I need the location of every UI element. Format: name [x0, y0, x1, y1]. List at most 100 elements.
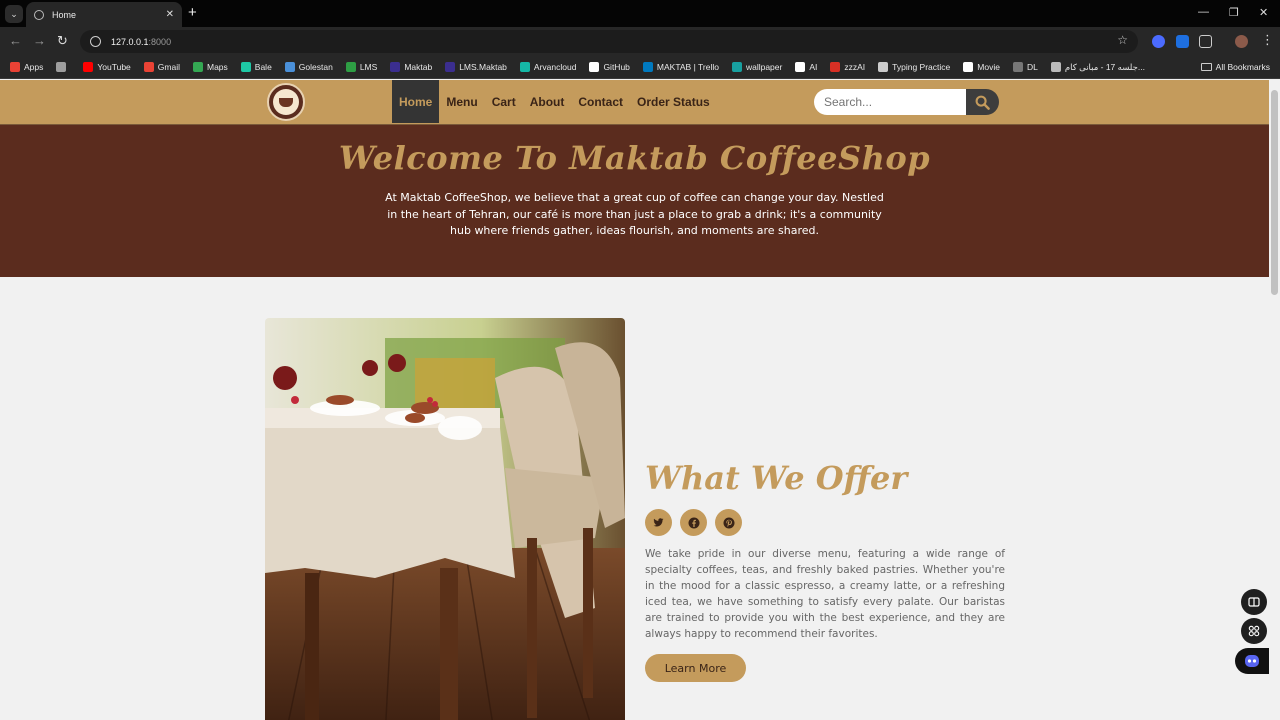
bookmark-star-icon[interactable]: ☆ — [1117, 33, 1128, 47]
bookmark-favicon-icon — [284, 62, 295, 72]
reload-button[interactable]: ↻ — [57, 33, 68, 49]
bookmark-favicon-icon — [589, 62, 600, 72]
back-button[interactable]: ← — [9, 33, 22, 48]
bookmark-item[interactable]: Arvancloud — [519, 62, 577, 72]
bookmark-item[interactable]: zzzAI — [830, 62, 865, 72]
facebook-button[interactable] — [680, 509, 707, 536]
bookmark-label: Typing Practice — [892, 62, 951, 72]
nav-about[interactable]: About — [523, 80, 572, 123]
browser-tab-bar: ⌄ Home ✕ + — ❐ ✕ — [0, 0, 1280, 27]
globe-icon — [34, 9, 44, 20]
bookmark-item[interactable]: wallpaper — [731, 62, 783, 72]
bookmark-favicon-icon — [240, 62, 251, 72]
nav-home[interactable]: Home — [392, 80, 440, 123]
twitter-button[interactable] — [645, 509, 672, 536]
minimize-button[interactable]: — — [1198, 6, 1209, 18]
pinterest-icon — [723, 517, 734, 528]
bookmark-favicon-icon — [445, 62, 456, 72]
close-icon[interactable]: ✕ — [166, 9, 174, 20]
offer-section: What We Offer We take pride in our diver… — [0, 277, 1269, 720]
bookmark-favicon-icon — [345, 62, 356, 72]
browser-tab[interactable]: Home ✕ — [26, 2, 182, 27]
page-viewport: Home Menu Cart About Contact Order Statu… — [0, 80, 1269, 720]
profile-avatar[interactable] — [1235, 35, 1248, 48]
assistant-tab[interactable] — [1235, 648, 1269, 674]
bookmark-label: Arvancloud — [533, 62, 577, 72]
extensions-puzzle-icon[interactable] — [1199, 35, 1212, 48]
bookmark-favicon-icon — [519, 62, 530, 72]
offer-content: What We Offer We take pride in our diver… — [645, 459, 1005, 682]
bookmark-favicon-icon — [1050, 62, 1061, 72]
restaurant-photo — [265, 318, 625, 720]
bookmark-label: wallpaper — [745, 62, 783, 72]
bookmark-label: Bale — [254, 62, 272, 72]
bookmark-item[interactable]: Bale — [240, 62, 272, 72]
extension-icon[interactable] — [1152, 35, 1165, 48]
bookmark-label: DL — [1026, 62, 1038, 72]
new-tab-button[interactable]: + — [188, 4, 197, 21]
bookmark-item[interactable]: Movie — [963, 62, 1000, 72]
restore-button[interactable]: ❐ — [1229, 6, 1239, 19]
nav-cart[interactable]: Cart — [485, 80, 523, 123]
bookmark-item[interactable]: Typing Practice — [878, 62, 950, 72]
bookmark-item[interactable]: Gmail — [143, 62, 180, 72]
nav-order-status[interactable]: Order Status — [630, 80, 717, 123]
bookmark-favicon-icon — [83, 62, 94, 72]
bookmark-label: Maktab — [404, 62, 433, 72]
all-bookmarks-button[interactable]: All Bookmarks — [1200, 62, 1270, 72]
bookmark-favicon-icon — [878, 62, 889, 72]
bookmark-item[interactable]: DL — [1012, 62, 1038, 72]
tab-title: Home — [52, 9, 77, 20]
bookmark-item[interactable]: LMS.Maktab — [445, 62, 507, 72]
bookmark-item[interactable]: MAKTAB | Trello — [642, 62, 719, 72]
url-input[interactable]: 127.0.0.1:8000 ☆ — [80, 30, 1138, 53]
bookmark-label: Apps — [24, 62, 44, 72]
bookmark-favicon-icon — [963, 62, 974, 72]
address-bar-row: ← → ↻ 127.0.0.1:8000 ☆ ⋮ — [0, 27, 1280, 56]
browser-menu-icon[interactable]: ⋮ — [1261, 32, 1274, 48]
url-host: 127.0.0.1 — [111, 36, 149, 47]
assistant-icon — [1245, 655, 1259, 667]
pinterest-button[interactable] — [715, 509, 742, 536]
window-close-button[interactable]: ✕ — [1259, 6, 1268, 19]
bookmark-label: MAKTAB | Trello — [656, 62, 719, 72]
hero-section: Welcome To Maktab CoffeeShop At Maktab C… — [0, 125, 1269, 277]
nav-menu[interactable]: Menu — [439, 80, 484, 123]
tab-search-button[interactable]: ⌄ — [5, 5, 23, 23]
bookmark-label: GitHub — [603, 62, 630, 72]
forward-button[interactable]: → — [33, 33, 46, 48]
search-icon — [975, 95, 990, 110]
bookmark-item[interactable]: جلسه 17 - مبانی کام... — [1050, 62, 1145, 73]
book-icon — [1248, 597, 1260, 607]
search-button[interactable] — [966, 89, 999, 115]
bookmark-item[interactable]: GitHub — [589, 62, 630, 72]
scrollbar-thumb[interactable] — [1271, 90, 1278, 295]
apps-grid-button[interactable] — [1241, 618, 1267, 644]
bookmark-label: Maps — [206, 62, 228, 72]
page-scrollbar[interactable] — [1269, 80, 1280, 720]
bookmark-label: Golestan — [298, 62, 333, 72]
twitter-icon — [653, 518, 664, 527]
extension-icon[interactable] — [1176, 35, 1189, 48]
site-info-icon[interactable] — [90, 36, 101, 47]
bookmark-label: Gmail — [157, 62, 180, 72]
url-port: :8000 — [148, 36, 172, 47]
search-input[interactable] — [814, 89, 966, 115]
coffee-shop-logo[interactable] — [267, 83, 305, 121]
facebook-icon — [688, 517, 699, 528]
bookmark-item[interactable]: Golestan — [284, 62, 333, 72]
bookmark-item[interactable]: YouTube — [83, 62, 131, 72]
learn-more-button[interactable]: Learn More — [645, 654, 746, 682]
reading-mode-button[interactable] — [1241, 589, 1267, 615]
bookmark-favicon-icon — [642, 62, 653, 72]
nav-contact[interactable]: Contact — [571, 80, 630, 123]
bookmark-item[interactable]: Maktab — [390, 62, 432, 72]
bookmark-item[interactable]: Maps — [192, 62, 228, 72]
bookmark-item[interactable]: LMS — [345, 62, 377, 72]
bookmark-item[interactable]: AI — [795, 62, 817, 72]
bookmark-item[interactable] — [56, 62, 70, 72]
hero-title: Welcome To Maktab CoffeeShop — [338, 139, 931, 177]
bookmark-item[interactable]: Apps — [10, 62, 43, 72]
bookmark-label: AI — [809, 62, 818, 72]
folder-icon — [1200, 63, 1212, 71]
